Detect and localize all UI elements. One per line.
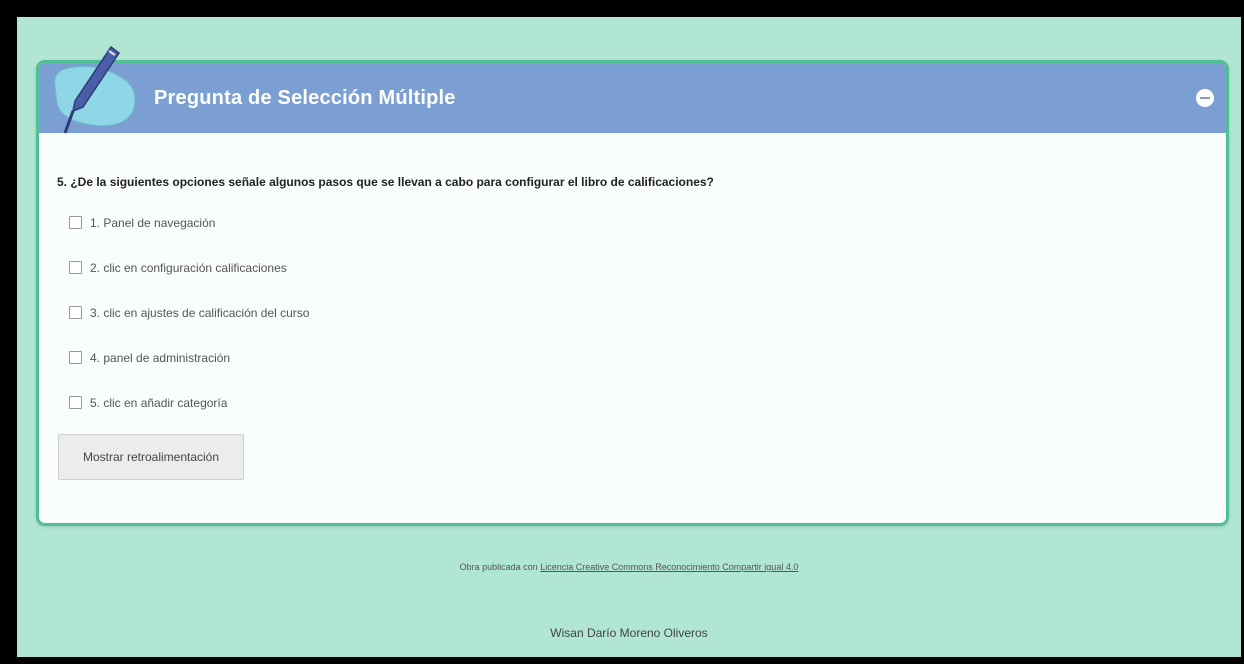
minus-circle-icon[interactable] (1196, 89, 1214, 107)
option-4[interactable]: 4. panel de administración (69, 351, 230, 365)
option-1[interactable]: 1. Panel de navegación (69, 216, 215, 230)
license-link[interactable]: Licencia Creative Commons Reconocimiento… (540, 562, 798, 572)
option-3[interactable]: 3. clic en ajustes de calificación del c… (69, 306, 309, 320)
option-2[interactable]: 2. clic en configuración calificaciones (69, 261, 287, 275)
option-label: 1. Panel de navegación (90, 216, 216, 230)
idevice-title: Pregunta de Selección Múltiple (154, 87, 456, 109)
license-notice: Obra publicada con Licencia Creative Com… (17, 562, 1241, 572)
checkbox-icon[interactable] (69, 306, 82, 319)
page: Pregunta de Selección Múltiple 5. ¿De la… (17, 17, 1241, 657)
checkbox-icon[interactable] (69, 216, 82, 229)
option-label: 5. clic en añadir categoría (90, 396, 228, 410)
option-label: 2. clic en configuración calificaciones (90, 261, 287, 275)
license-prefix: Obra publicada con (459, 562, 538, 572)
show-feedback-button[interactable]: Mostrar retroalimentación (58, 434, 244, 480)
checkbox-icon[interactable] (69, 261, 82, 274)
option-label: 4. panel de administración (90, 351, 231, 365)
checkbox-icon[interactable] (69, 351, 82, 364)
checkbox-icon[interactable] (69, 396, 82, 409)
pencil-icon (43, 41, 147, 137)
author-name: Wisan Darío Moreno Oliveros (550, 626, 708, 640)
idevice-panel: Pregunta de Selección Múltiple 5. ¿De la… (36, 45, 1229, 526)
option-5[interactable]: 5. clic en añadir categoría (69, 396, 227, 410)
idevice-header: Pregunta de Selección Múltiple (39, 45, 1226, 134)
option-label: 3. clic en ajustes de calificación del c… (90, 306, 310, 320)
question-text: 5. ¿De la siguientes opciones señale alg… (57, 175, 714, 189)
